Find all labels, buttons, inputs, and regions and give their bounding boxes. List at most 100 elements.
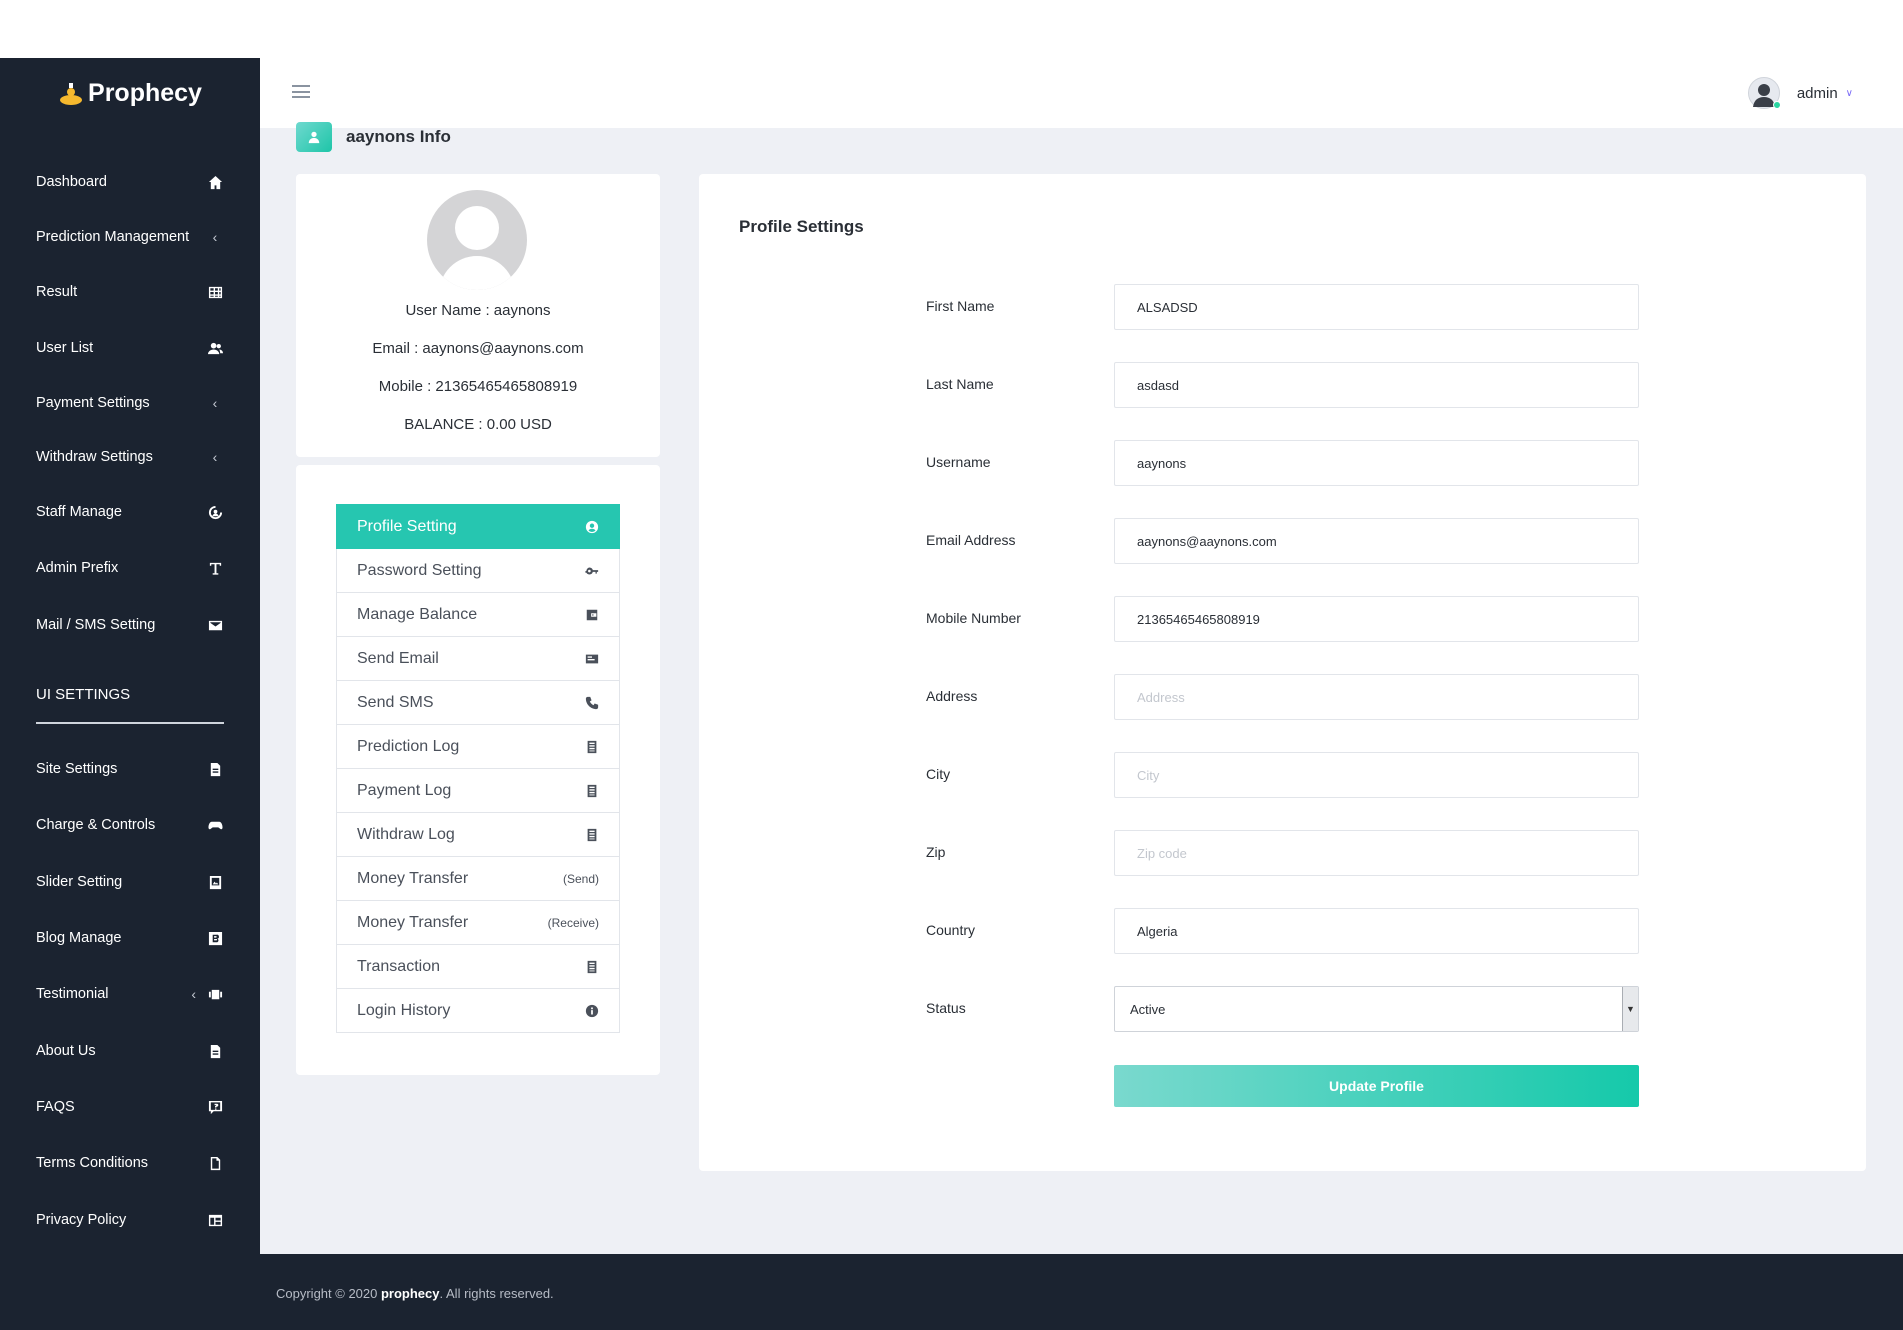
address-field[interactable]	[1114, 674, 1639, 720]
staff-icon	[206, 503, 224, 521]
info-mobile: Mobile : 21365465465808919	[378, 378, 578, 395]
status-select[interactable]: Active ▼	[1114, 986, 1639, 1032]
copyright-brand[interactable]: prophecy	[381, 1286, 440, 1301]
form-row-city: City	[926, 752, 1644, 798]
sidebar-item-label: Result	[36, 284, 78, 300]
menu-item-password-setting[interactable]: Password Setting	[336, 549, 620, 593]
chevron-down-icon: ∨	[1845, 87, 1853, 99]
quote-icon	[206, 985, 224, 1003]
update-profile-button[interactable]: Update Profile	[1114, 1065, 1639, 1107]
sidebar-item-result[interactable]: Result	[36, 278, 224, 306]
menu-toggle-icon[interactable]	[292, 85, 310, 98]
sidebar-item-testimonial[interactable]: Testimonial ‹	[36, 980, 224, 1008]
online-status-dot	[1772, 101, 1781, 109]
menu-item-send-sms[interactable]: Send SMS	[336, 681, 620, 725]
user-menu[interactable]: admin ∨	[1747, 77, 1853, 109]
city-field[interactable]	[1114, 752, 1639, 798]
zip-field[interactable]	[1114, 830, 1639, 876]
sidebar-item-privacy-policy[interactable]: Privacy Policy	[36, 1206, 224, 1234]
menu-item-label: Withdraw Log	[357, 825, 455, 843]
menu-item-label: Payment Log	[357, 781, 452, 799]
sidebar-item-prediction-management[interactable]: Prediction Management ‹	[36, 223, 224, 251]
sidebar-item-label: Mail / SMS Setting	[36, 617, 156, 633]
mobile-field[interactable]	[1114, 596, 1639, 642]
sidebar-item-label: Privacy Policy	[36, 1212, 127, 1228]
menu-item-manage-balance[interactable]: Manage Balance	[336, 593, 620, 637]
menu-item-profile-setting[interactable]: Profile Setting	[336, 504, 620, 549]
sidebar-item-label: About Us	[36, 1043, 96, 1059]
menu-item-transaction[interactable]: Transaction	[336, 945, 620, 989]
menu-item-label: Login History	[357, 1001, 451, 1019]
image-icon	[206, 873, 224, 891]
email-field[interactable]	[1114, 518, 1639, 564]
sidebar-item-admin-prefix[interactable]: Admin Prefix	[36, 554, 224, 582]
menu-item-label: Send Email	[357, 649, 439, 667]
mail-icon	[206, 616, 224, 634]
section-heading-ui-settings: UI SETTINGS	[36, 686, 131, 703]
sidebar-item-charge-controls[interactable]: Charge & Controls	[36, 811, 224, 839]
profile-icon	[585, 520, 599, 534]
sidebar-item-label: Slider Setting	[36, 874, 123, 890]
sidebar-item-label: Testimonial	[36, 986, 109, 1002]
log-icon	[585, 960, 599, 974]
wallet-icon	[585, 608, 599, 622]
user-icon	[296, 122, 332, 152]
menu-item-label: Send SMS	[357, 693, 434, 711]
username-label: Username	[926, 454, 991, 470]
form-row-email: Email Address	[926, 518, 1644, 564]
info-username: User Name : aaynons	[405, 302, 551, 319]
sidebar-item-faqs[interactable]: FAQS	[36, 1093, 224, 1121]
testimonial-icons: ‹	[191, 985, 224, 1003]
log-icon	[585, 784, 599, 798]
first-name-field[interactable]	[1114, 284, 1639, 330]
log-icon	[585, 740, 599, 754]
profile-settings-card: Profile Settings First Name Last Name Us…	[699, 174, 1866, 1171]
chevron-left-icon: ‹	[212, 229, 218, 245]
sidebar-item-slider-setting[interactable]: Slider Setting	[36, 868, 224, 896]
menu-item-label: Transaction	[357, 957, 440, 975]
grid-icon	[206, 283, 224, 301]
sidebar-item-mail-sms-setting[interactable]: Mail / SMS Setting	[36, 611, 224, 639]
first-name-label: First Name	[926, 298, 995, 314]
mobile-label: Mobile Number	[926, 610, 1021, 626]
sidebar-item-label: FAQS	[36, 1099, 75, 1115]
sidebar-item-site-settings[interactable]: Site Settings	[36, 755, 224, 783]
sidebar-item-label: Terms Conditions	[36, 1155, 149, 1171]
sidebar-item-label: User List	[36, 340, 94, 356]
menu-item-payment-log[interactable]: Payment Log	[336, 769, 620, 813]
sidebar-item-payment-settings[interactable]: Payment Settings ‹	[36, 389, 224, 417]
menu-item-withdraw-log[interactable]: Withdraw Log	[336, 813, 620, 857]
sidebar-item-blog-manage[interactable]: Blog Manage	[36, 924, 224, 952]
address-label: Address	[926, 688, 978, 704]
sidebar-item-terms-conditions[interactable]: Terms Conditions	[36, 1149, 224, 1177]
city-label: City	[926, 766, 951, 782]
brand-logo[interactable]: Prophecy	[0, 58, 260, 128]
user-menu-card: Profile Setting Password Setting Manage …	[296, 465, 660, 1075]
menu-item-prediction-log[interactable]: Prediction Log	[336, 725, 620, 769]
menu-item-money-transfer-send[interactable]: Money Transfer (Send)	[336, 857, 620, 901]
country-field[interactable]	[1114, 908, 1639, 954]
page-title: aaynons Info	[346, 127, 451, 146]
chevron-left-icon: ‹	[212, 395, 218, 411]
last-name-field[interactable]	[1114, 362, 1639, 408]
menu-item-suffix: (Receive)	[547, 915, 599, 930]
gamepad-icon	[206, 816, 224, 834]
info-icon	[585, 1004, 599, 1018]
main-content: aaynons Info User Name : aaynons Email :…	[260, 122, 1903, 1254]
menu-item-login-history[interactable]: Login History	[336, 989, 620, 1033]
menu-item-send-email[interactable]: Send Email	[336, 637, 620, 681]
menu-item-money-transfer-receive[interactable]: Money Transfer (Receive)	[336, 901, 620, 945]
sidebar-item-label: Dashboard	[36, 174, 107, 190]
last-name-label: Last Name	[926, 376, 994, 392]
sidebar-item-about-us[interactable]: About Us	[36, 1037, 224, 1065]
username-field[interactable]	[1114, 440, 1639, 486]
sidebar-item-withdraw-settings[interactable]: Withdraw Settings ‹	[36, 443, 224, 471]
chevron-down-icon[interactable]: ▼	[1622, 987, 1638, 1031]
key-icon	[585, 564, 599, 578]
sidebar-item-staff-manage[interactable]: Staff Manage	[36, 498, 224, 526]
sidebar-item-dashboard[interactable]: Dashboard	[36, 168, 224, 196]
sidebar-item-label: Site Settings	[36, 761, 118, 777]
sidebar-item-user-list[interactable]: User List	[36, 334, 224, 362]
profile-picture	[427, 190, 527, 290]
section-title: Profile Settings	[739, 217, 864, 236]
